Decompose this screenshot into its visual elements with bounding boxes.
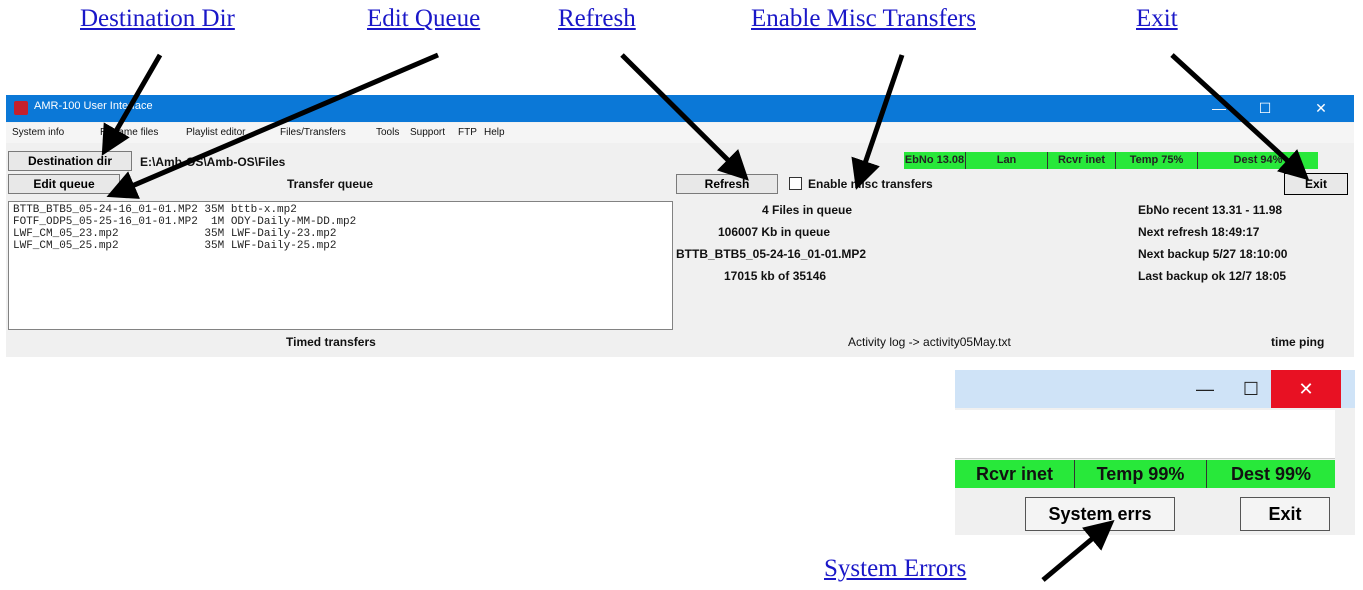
arrow-edit-queue	[106, 52, 439, 199]
arrow-system-errors	[1041, 519, 1115, 582]
arrow-enable-misc	[851, 54, 905, 190]
arrow-destination-dir	[101, 53, 163, 156]
arrow-exit	[1170, 53, 1310, 181]
arrow-refresh	[620, 53, 749, 181]
annotation-arrows	[101, 52, 1310, 582]
